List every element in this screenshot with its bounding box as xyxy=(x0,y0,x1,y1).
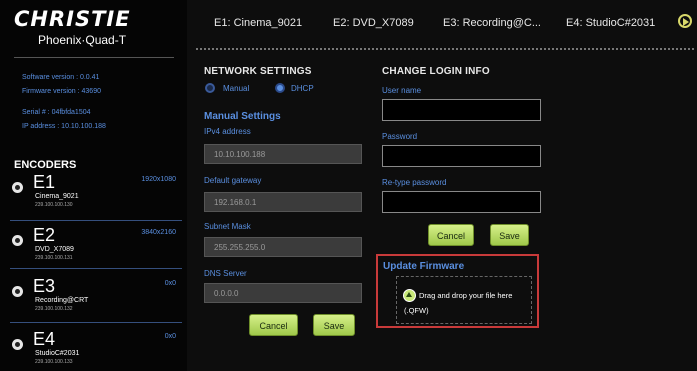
product-name: Phoenix·Quad-T xyxy=(38,33,127,47)
encoder-name: Recording@CRT xyxy=(35,297,89,304)
encoder-resolution: 3840x2160 xyxy=(141,229,176,236)
encoder-divider xyxy=(10,220,182,221)
encoder-ip: 239.100.100.131 xyxy=(35,255,73,261)
radio-icon xyxy=(12,286,23,297)
subnet-label: Subnet Mask xyxy=(204,222,251,231)
change-login-title: CHANGE LOGIN INFO xyxy=(382,66,490,77)
software-version: Software version : 0.0.41 xyxy=(22,74,100,81)
ip-address: IP address : 10.10.100.188 xyxy=(22,123,106,130)
logo-divider xyxy=(14,57,174,58)
encoder-ip: 239.100.100.132 xyxy=(35,306,73,312)
network-settings-title: NETWORK SETTINGS xyxy=(204,66,312,77)
file-extension: (.QFW) xyxy=(404,306,429,315)
app-window: CHRISTIE Phoenix·Quad-T Software version… xyxy=(0,0,697,371)
encoders-title: ENCODERS xyxy=(14,159,77,171)
dns-field[interactable]: 0.0.0.0 xyxy=(204,283,362,303)
dhcp-label: DHCP xyxy=(291,84,314,93)
encoder-item-e1[interactable]: E1 Cinema_9021 239.100.100.130 1920x1080 xyxy=(4,172,182,219)
encoder-id: E1 xyxy=(33,172,56,192)
tab-e2[interactable]: E2: DVD_X7089 xyxy=(333,17,414,29)
manual-radio[interactable] xyxy=(205,83,215,93)
encoder-item-e2[interactable]: E2 DVD_X7089 239.100.100.131 3840x2160 xyxy=(4,225,182,272)
dhcp-radio[interactable] xyxy=(275,83,285,93)
radio-icon xyxy=(12,339,23,350)
tab-e4[interactable]: E4: StudioC#2031 xyxy=(566,17,655,29)
encoder-id: E4 xyxy=(33,329,56,349)
encoder-resolution: 0x0 xyxy=(164,333,176,340)
encoder-name: DVD_X7089 xyxy=(35,246,74,253)
encoder-item-e4[interactable]: E4 StudioC#2031 239.100.100.133 0x0 xyxy=(4,329,182,371)
encoder-resolution: 1920x1080 xyxy=(141,176,176,183)
drop-text: Drag and drop your file here xyxy=(419,291,513,300)
encoder-name: StudioC#2031 xyxy=(35,350,80,357)
password-label: Password xyxy=(382,132,418,141)
tab-e3[interactable]: E3: Recording@C... xyxy=(443,17,541,29)
upload-icon xyxy=(403,289,416,302)
retype-password-label: Re-type password xyxy=(382,178,447,187)
network-save-button[interactable]: Save xyxy=(313,314,355,336)
password-input[interactable] xyxy=(382,145,541,167)
encoder-ip: 239.100.100.133 xyxy=(35,359,73,365)
ipv4-field[interactable]: 10.10.100.188 xyxy=(204,144,362,164)
sidebar: CHRISTIE Phoenix·Quad-T Software version… xyxy=(0,0,187,371)
encoder-id: E2 xyxy=(33,225,56,245)
firmware-drop-zone[interactable] xyxy=(396,276,532,324)
username-label: User name xyxy=(382,86,422,95)
encoder-divider xyxy=(10,268,182,269)
gateway-label: Default gateway xyxy=(204,176,262,185)
radio-icon xyxy=(12,182,23,193)
dns-label: DNS Server xyxy=(204,269,247,278)
network-cancel-button[interactable]: Cancel xyxy=(249,314,298,336)
ipv4-label: IPv4 address xyxy=(204,127,251,136)
login-cancel-button[interactable]: Cancel xyxy=(428,224,474,246)
encoder-resolution: 0x0 xyxy=(164,280,176,287)
serial-number: Serial # : 04fbfda1504 xyxy=(22,109,91,116)
encoder-item-e3[interactable]: E3 Recording@CRT 239.100.100.132 0x0 xyxy=(4,276,182,323)
tab-divider xyxy=(196,48,694,50)
brand-name: CHRISTIE xyxy=(14,7,131,31)
encoder-id: E3 xyxy=(33,276,56,296)
manual-label: Manual xyxy=(223,84,250,93)
logo: CHRISTIE Phoenix·Quad-T xyxy=(14,7,174,55)
update-firmware-panel: Update Firmware Drag and drop your file … xyxy=(376,254,539,328)
tab-e1[interactable]: E1: Cinema_9021 xyxy=(214,17,302,29)
firmware-version: Firmware version : 43690 xyxy=(22,88,101,95)
subnet-field[interactable]: 255.255.255.0 xyxy=(204,237,362,257)
play-icon[interactable] xyxy=(678,14,692,28)
encoder-ip: 239.100.100.130 xyxy=(35,202,73,208)
radio-icon xyxy=(12,235,23,246)
gateway-field[interactable]: 192.168.0.1 xyxy=(204,192,362,212)
encoder-divider xyxy=(10,322,182,323)
retype-password-input[interactable] xyxy=(382,191,541,213)
manual-settings-title: Manual Settings xyxy=(204,111,281,122)
username-input[interactable] xyxy=(382,99,541,121)
update-firmware-title: Update Firmware xyxy=(383,261,465,272)
login-save-button[interactable]: Save xyxy=(490,224,529,246)
encoder-name: Cinema_9021 xyxy=(35,193,79,200)
